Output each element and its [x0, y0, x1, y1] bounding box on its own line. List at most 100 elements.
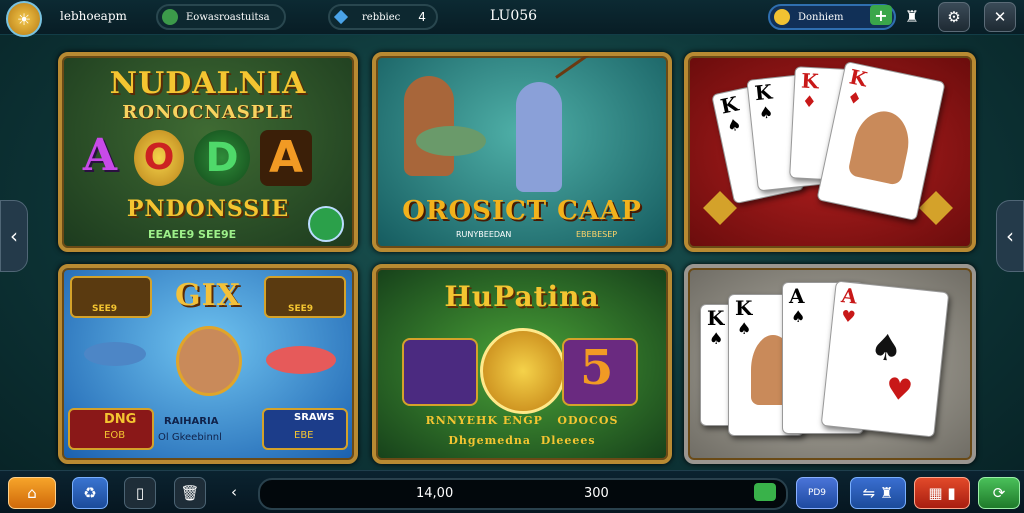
tile-4-bottom-center-1: RAIHARIA: [164, 416, 219, 427]
card-portrait: [847, 106, 915, 186]
card-rank: K: [735, 296, 753, 320]
menu-button[interactable]: ▦ ▮: [914, 477, 970, 509]
game-tile-6[interactable]: K ♠ K ♠ A ♠ A ♥ ♠ ♥: [684, 264, 976, 464]
letter-o: O: [134, 130, 184, 186]
bottom-left-bottom: EOB: [104, 430, 126, 441]
playing-card-8: A ♥ ♠ ♥: [820, 280, 950, 438]
tile-5-title: HuPatina: [444, 280, 600, 313]
card-rank: A: [789, 284, 805, 308]
hero-portrait: [176, 326, 242, 396]
pd9-label: PD9: [807, 488, 827, 498]
scroll-right-button[interactable]: ‹: [996, 200, 1024, 272]
wallet-label: Eowasroastuitsa: [186, 11, 270, 23]
gift-button[interactable]: ♜: [900, 4, 924, 28]
plus-icon: +: [874, 5, 888, 25]
spade-icon: ♠: [709, 329, 724, 348]
angler-figure: [516, 82, 562, 192]
spade-icon: ♠: [868, 325, 905, 371]
settings-button[interactable]: ⚙: [938, 2, 970, 32]
wallet-pill[interactable]: Eowasroastuitsa: [156, 4, 286, 30]
controller-icon: ⇋ ♜: [862, 484, 894, 502]
top-bar: ☀ lebhoeapm Eowasroastuitsa rebbiec 4 LU…: [0, 0, 1024, 37]
letter-a: A: [82, 130, 118, 181]
chevron-right-icon: ‹: [1006, 224, 1014, 248]
tile-5-line-2: Dhgemedna Dleeees: [448, 434, 596, 447]
fish-figure: [416, 126, 486, 156]
heart-suit-icon: ♥: [840, 306, 857, 327]
left-value: 14,00: [416, 486, 454, 501]
bottom-left-top: DNG: [104, 412, 137, 427]
game-tile-3[interactable]: K ♠ K ♠ K ♦ K ♦: [684, 52, 976, 252]
trash-button[interactable]: 🗑: [174, 477, 206, 509]
tile-4-bottom-center-2: Ol Gkeebinnl: [158, 432, 222, 443]
game-tile-1[interactable]: NUDALNIA RONOCNASPLE A O D A PNDONSSIE E…: [58, 52, 358, 252]
game-tile-2[interactable]: OROSICT CAAP RUNYBEEDAN EBEBESEP: [372, 52, 672, 252]
fish-left: [84, 342, 146, 366]
trash-icon: 🗑: [180, 484, 200, 502]
balance-label: Donhiem: [798, 11, 844, 23]
tile-4-bottom-right: SRAWS EBE: [262, 408, 348, 450]
tile-4-bottom-left: DNG EOB: [68, 408, 154, 450]
bottom-right-bottom: EBE: [294, 430, 314, 441]
level-value: 4: [418, 10, 426, 24]
pd9-button[interactable]: PD9: [796, 477, 838, 509]
letter-d: D: [194, 130, 250, 186]
tile-1-title: NUDALNIA: [109, 66, 307, 101]
diamond-suit-icon: ♦: [801, 91, 817, 112]
lion-icon: ☀: [16, 9, 32, 29]
game-tile-4[interactable]: SEE9 GIX SEE9 DNG EOB RAIHARIA Ol Gkeebi…: [58, 264, 358, 464]
diamond-ornament-right: [919, 191, 953, 225]
card-rank: K: [718, 91, 741, 119]
card-rank: A: [840, 283, 859, 309]
level-label: rebbiec: [362, 11, 401, 23]
home-button[interactable]: ⌂: [8, 477, 56, 509]
tile-1-letters: A O D A: [76, 130, 312, 186]
close-icon: ✕: [993, 8, 1007, 26]
tile-5-big-value: 5: [580, 340, 614, 396]
big-coin: [480, 328, 566, 414]
letter-a-2: A: [260, 130, 312, 186]
back-button[interactable]: ‹: [222, 477, 246, 507]
slot-reel-left: [402, 338, 478, 406]
card-rank: K: [753, 79, 774, 106]
badge-right-label: SEE9: [288, 304, 314, 314]
recycle-button[interactable]: ♻: [72, 477, 108, 509]
scroll-left-button[interactable]: ‹: [0, 200, 28, 272]
coin-icon: [774, 9, 790, 25]
refresh-button[interactable]: ⟳: [978, 477, 1020, 509]
tile-2-subtitle-2: EBEBESEP: [576, 230, 618, 239]
home-icon: ⌂: [27, 484, 37, 502]
diamond-suit-icon: ♦: [845, 87, 864, 109]
fish-right: [266, 346, 336, 374]
game-tile-5[interactable]: HuPatina 5 RNNYEHK ENGP ODOCOS Dhgemedna…: [372, 264, 672, 464]
diamond-icon: [333, 9, 349, 25]
card-rank: K: [800, 68, 820, 94]
bottom-right-top: SRAWS: [294, 412, 335, 423]
tile-1-footer: EEAEE9 SEE9E: [148, 228, 237, 241]
settings-icon: ⚙: [947, 8, 961, 26]
recycle-icon: ♻: [83, 484, 97, 502]
tile-4-badge-right: SEE9: [264, 276, 346, 318]
spade-icon: ♠: [791, 307, 806, 326]
shield-gift-icon: ♜: [904, 6, 920, 26]
card-rank: K: [847, 64, 870, 92]
tile-2-title: OROSICT CAAP: [402, 196, 642, 226]
cards-button[interactable]: ▯: [124, 477, 156, 509]
globe-icon: [162, 9, 178, 25]
spade-icon: ♠: [757, 102, 775, 123]
spade-icon: ♠: [737, 319, 752, 338]
chevron-left-icon: ‹: [10, 224, 18, 248]
shield-icon: [754, 483, 776, 501]
controller-button[interactable]: ⇋ ♜: [850, 477, 906, 509]
add-funds-button[interactable]: +: [870, 5, 892, 25]
refresh-icon: ⟳: [992, 484, 1006, 502]
tile-1-title-2: RONOCNASPLE: [122, 102, 294, 123]
slot-reel-right: 5: [562, 338, 638, 406]
avatar[interactable]: ☀: [6, 1, 42, 37]
tile-1-badge: [308, 206, 344, 242]
close-button[interactable]: ✕: [984, 2, 1016, 32]
tile-2-subtitle: RUNYBEEDAN: [456, 230, 512, 239]
right-value: 300: [584, 486, 609, 501]
level-pill[interactable]: rebbiec 4: [328, 4, 438, 30]
cards-icon: ▯: [135, 484, 145, 502]
